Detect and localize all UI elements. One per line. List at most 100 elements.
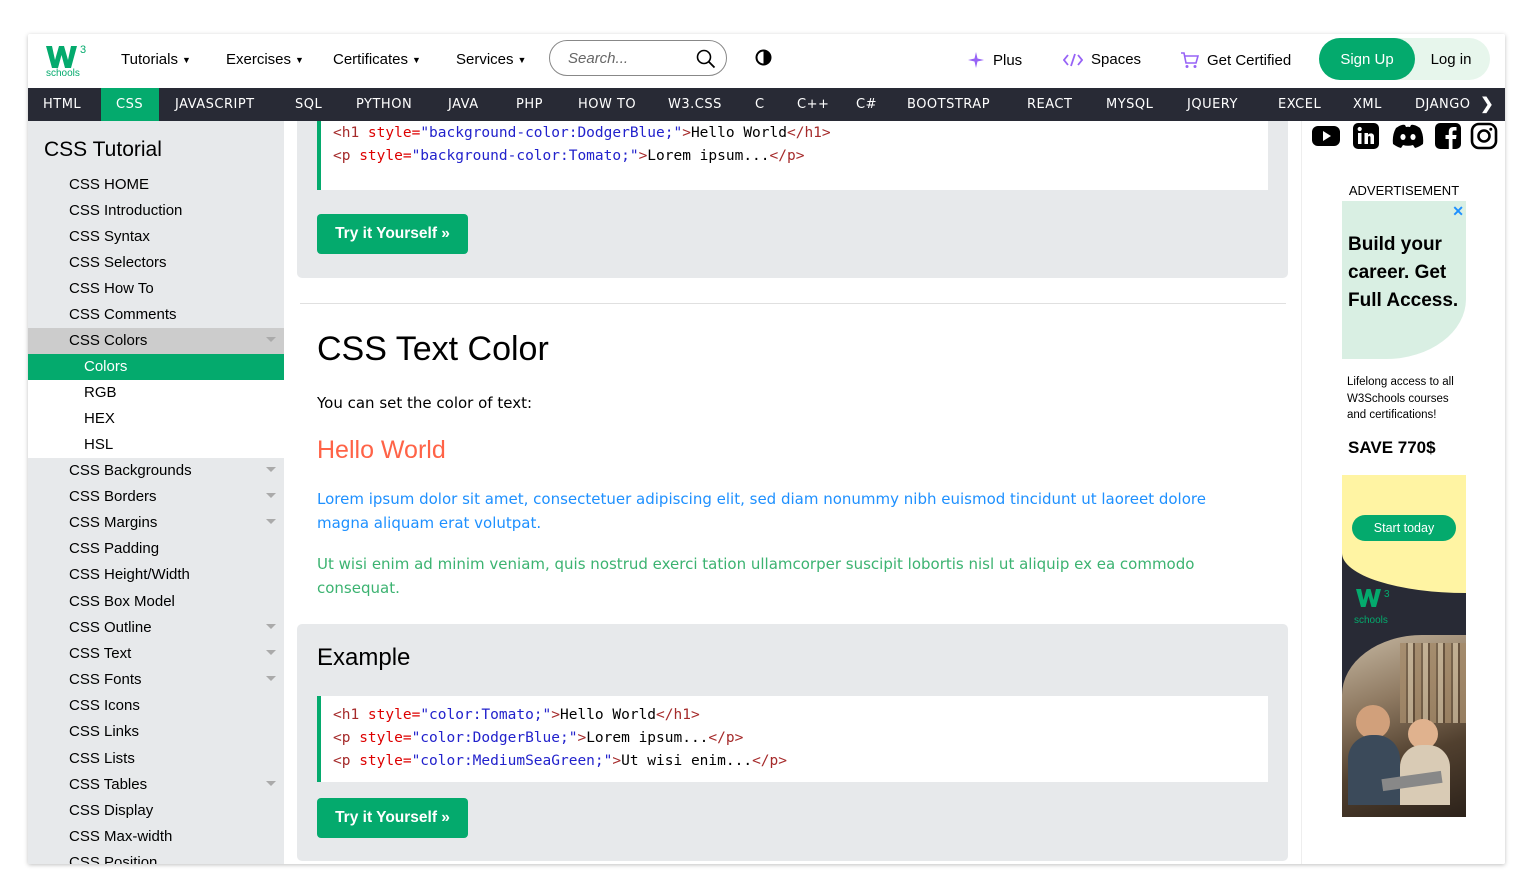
sidebar-item-css-backgrounds[interactable]: CSS Backgrounds: [28, 458, 284, 484]
caret-down-icon: [266, 624, 276, 629]
nav-python[interactable]: PYTHON: [341, 88, 427, 121]
sidebar-title: CSS Tutorial: [44, 138, 162, 161]
log-in-button[interactable]: Log in: [1415, 38, 1487, 80]
code-tag: </p>: [752, 753, 787, 769]
instagram-icon[interactable]: [1469, 121, 1499, 151]
sidebar-item-css-padding[interactable]: CSS Padding: [28, 536, 284, 562]
sidebar-item-label: CSS Text: [69, 645, 132, 662]
sidebar-item-css-comments[interactable]: CSS Comments: [28, 302, 284, 328]
nav-cpp[interactable]: C++: [782, 88, 844, 121]
lorem-paragraph: Lorem ipsum dolor sit amet, consectetuer…: [317, 490, 1206, 532]
sidebar-item-colors[interactable]: Colors: [28, 354, 284, 380]
sidebar-item-css-selectors[interactable]: CSS Selectors: [28, 250, 284, 276]
nav-xml[interactable]: XML: [1338, 88, 1397, 121]
nav-java[interactable]: JAVA: [433, 88, 494, 121]
code-text: Hello World: [560, 707, 657, 723]
sidebar-item-css-borders[interactable]: CSS Borders: [28, 484, 284, 510]
code-attr: style=: [350, 730, 412, 746]
sidebar-item-css-max-width[interactable]: CSS Max-width: [28, 824, 284, 850]
sidebar-item-css-tables[interactable]: CSS Tables: [28, 772, 284, 798]
code-tag: </h1>: [656, 707, 700, 723]
sidebar-item-css-text[interactable]: CSS Text: [28, 641, 284, 667]
nav-how-to[interactable]: HOW TO: [563, 88, 651, 121]
caret-down-icon: [266, 337, 276, 342]
svg-text:3: 3: [80, 44, 86, 56]
spaces-link[interactable]: Spaces: [1063, 51, 1141, 68]
discord-icon[interactable]: [1390, 121, 1426, 151]
nav-sql[interactable]: SQL: [280, 88, 337, 121]
sidebar-item-hsl[interactable]: HSL: [28, 432, 284, 458]
intro-text: You can set the color of text:: [317, 394, 533, 412]
try-it-yourself-button[interactable]: Try it Yourself »: [317, 214, 468, 254]
nav-excel[interactable]: EXCEL: [1263, 88, 1336, 121]
sidebar-item-label: CSS Colors: [69, 332, 148, 349]
nav-bootstrap[interactable]: BOOTSTRAP: [892, 88, 1005, 121]
sidebar-item-css-colors[interactable]: CSS Colors: [28, 328, 284, 354]
sidebar-item-css-lists[interactable]: CSS Lists: [28, 746, 284, 772]
browser-page: 3 schools Tutorials ▼ Exercises ▼ Certific…: [28, 34, 1505, 864]
ad-banner[interactable]: ✕ Build your career. Get Full Access. Li…: [1342, 201, 1466, 817]
caret-down-icon: ▼: [517, 54, 527, 65]
get-certified-link[interactable]: Get Certified: [1180, 51, 1291, 69]
sidebar-item-css-home[interactable]: CSS HOME: [28, 172, 284, 198]
nav-csharp[interactable]: C#: [841, 88, 892, 121]
ut-wisi-paragraph: Ut wisi enim ad minim veniam, quis nostr…: [317, 555, 1195, 597]
code-tag: <h1: [333, 125, 360, 141]
nav-w3css[interactable]: W3.CSS: [653, 88, 737, 121]
top-bar: 3 schools Tutorials ▼ Exercises ▼ Certific…: [28, 34, 1505, 88]
main-content: <h1 style= "background-color:DodgerBlue;"…: [284, 121, 1301, 864]
example-title: Example: [317, 644, 411, 671]
sidebar-item-css-height-width[interactable]: CSS Height/Width: [28, 562, 284, 588]
sidebar-item-hex[interactable]: HEX: [28, 406, 284, 432]
menu-exercises[interactable]: Exercises ▼: [226, 51, 304, 68]
nav-php[interactable]: PHP: [501, 88, 558, 121]
example-box-background: <h1 style= "background-color:DodgerBlue;"…: [297, 121, 1288, 278]
close-icon[interactable]: ✕: [1452, 203, 1464, 220]
code-value: "background-color:DodgerBlue;": [420, 125, 683, 141]
menu-certificates[interactable]: Certificates ▼: [333, 51, 421, 68]
sidebar-item-css-how-to[interactable]: CSS How To: [28, 276, 284, 302]
sidebar-item-css-position[interactable]: CSS Position: [28, 850, 284, 864]
sidebar-item-css-icons[interactable]: CSS Icons: [28, 693, 284, 719]
nav-c[interactable]: C: [740, 88, 780, 121]
plus-label: Plus: [993, 51, 1023, 69]
nav-jquery[interactable]: JQUERY: [1172, 88, 1253, 121]
search-input[interactable]: [566, 49, 700, 68]
facebook-icon[interactable]: [1433, 121, 1463, 151]
nav-react[interactable]: REACT: [1012, 88, 1087, 121]
ad-bottom-panel: Start today 3 schools: [1342, 475, 1466, 817]
ad-photo-image: [1342, 635, 1466, 817]
linkedin-icon[interactable]: [1351, 121, 1381, 151]
sidebar-item-css-display[interactable]: CSS Display: [28, 798, 284, 824]
sidebar-item-css-outline[interactable]: CSS Outline: [28, 615, 284, 641]
sidebar-item-rgb[interactable]: RGB: [28, 380, 284, 406]
code-attr: style=: [350, 148, 412, 164]
nav-javascript[interactable]: JAVASCRIPT: [160, 88, 270, 121]
sidebar-item-css-introduction[interactable]: CSS Introduction: [28, 198, 284, 224]
start-today-button[interactable]: Start today: [1352, 515, 1456, 541]
search-icon[interactable]: [696, 49, 716, 69]
bookshelf-shape: [1400, 643, 1466, 723]
plus-link[interactable]: Plus: [967, 51, 1022, 69]
sidebar-item-css-fonts[interactable]: CSS Fonts: [28, 667, 284, 693]
youtube-icon[interactable]: [1311, 121, 1341, 151]
sidebar-item-css-links[interactable]: CSS Links: [28, 719, 284, 745]
ad-logo-text: schools: [1354, 615, 1388, 626]
nav-scroll-right-icon[interactable]: ❯: [1469, 88, 1505, 121]
sign-up-button[interactable]: Sign Up: [1319, 38, 1415, 80]
code-tag: >: [638, 148, 648, 164]
svg-text:3: 3: [1384, 589, 1390, 600]
try-it-yourself-button[interactable]: Try it Yourself »: [317, 798, 468, 838]
w3schools-logo[interactable]: 3 schools: [42, 40, 94, 82]
code-value: "color:MediumSeaGreen;": [411, 753, 613, 769]
nav-mysql[interactable]: MYSQL: [1091, 88, 1168, 121]
menu-services[interactable]: Services ▼: [456, 51, 526, 68]
sidebar-item-css-syntax[interactable]: CSS Syntax: [28, 224, 284, 250]
sidebar-item-css-box-model[interactable]: CSS Box Model: [28, 589, 284, 615]
nav-css[interactable]: CSS: [101, 88, 159, 121]
code-line: <p style="background-color:Tomato;">Lore…: [333, 145, 1256, 168]
menu-tutorials[interactable]: Tutorials ▼: [121, 51, 191, 68]
sidebar-item-css-margins[interactable]: CSS Margins: [28, 510, 284, 536]
nav-html[interactable]: HTML: [28, 88, 96, 121]
contrast-icon[interactable]: [755, 49, 772, 66]
